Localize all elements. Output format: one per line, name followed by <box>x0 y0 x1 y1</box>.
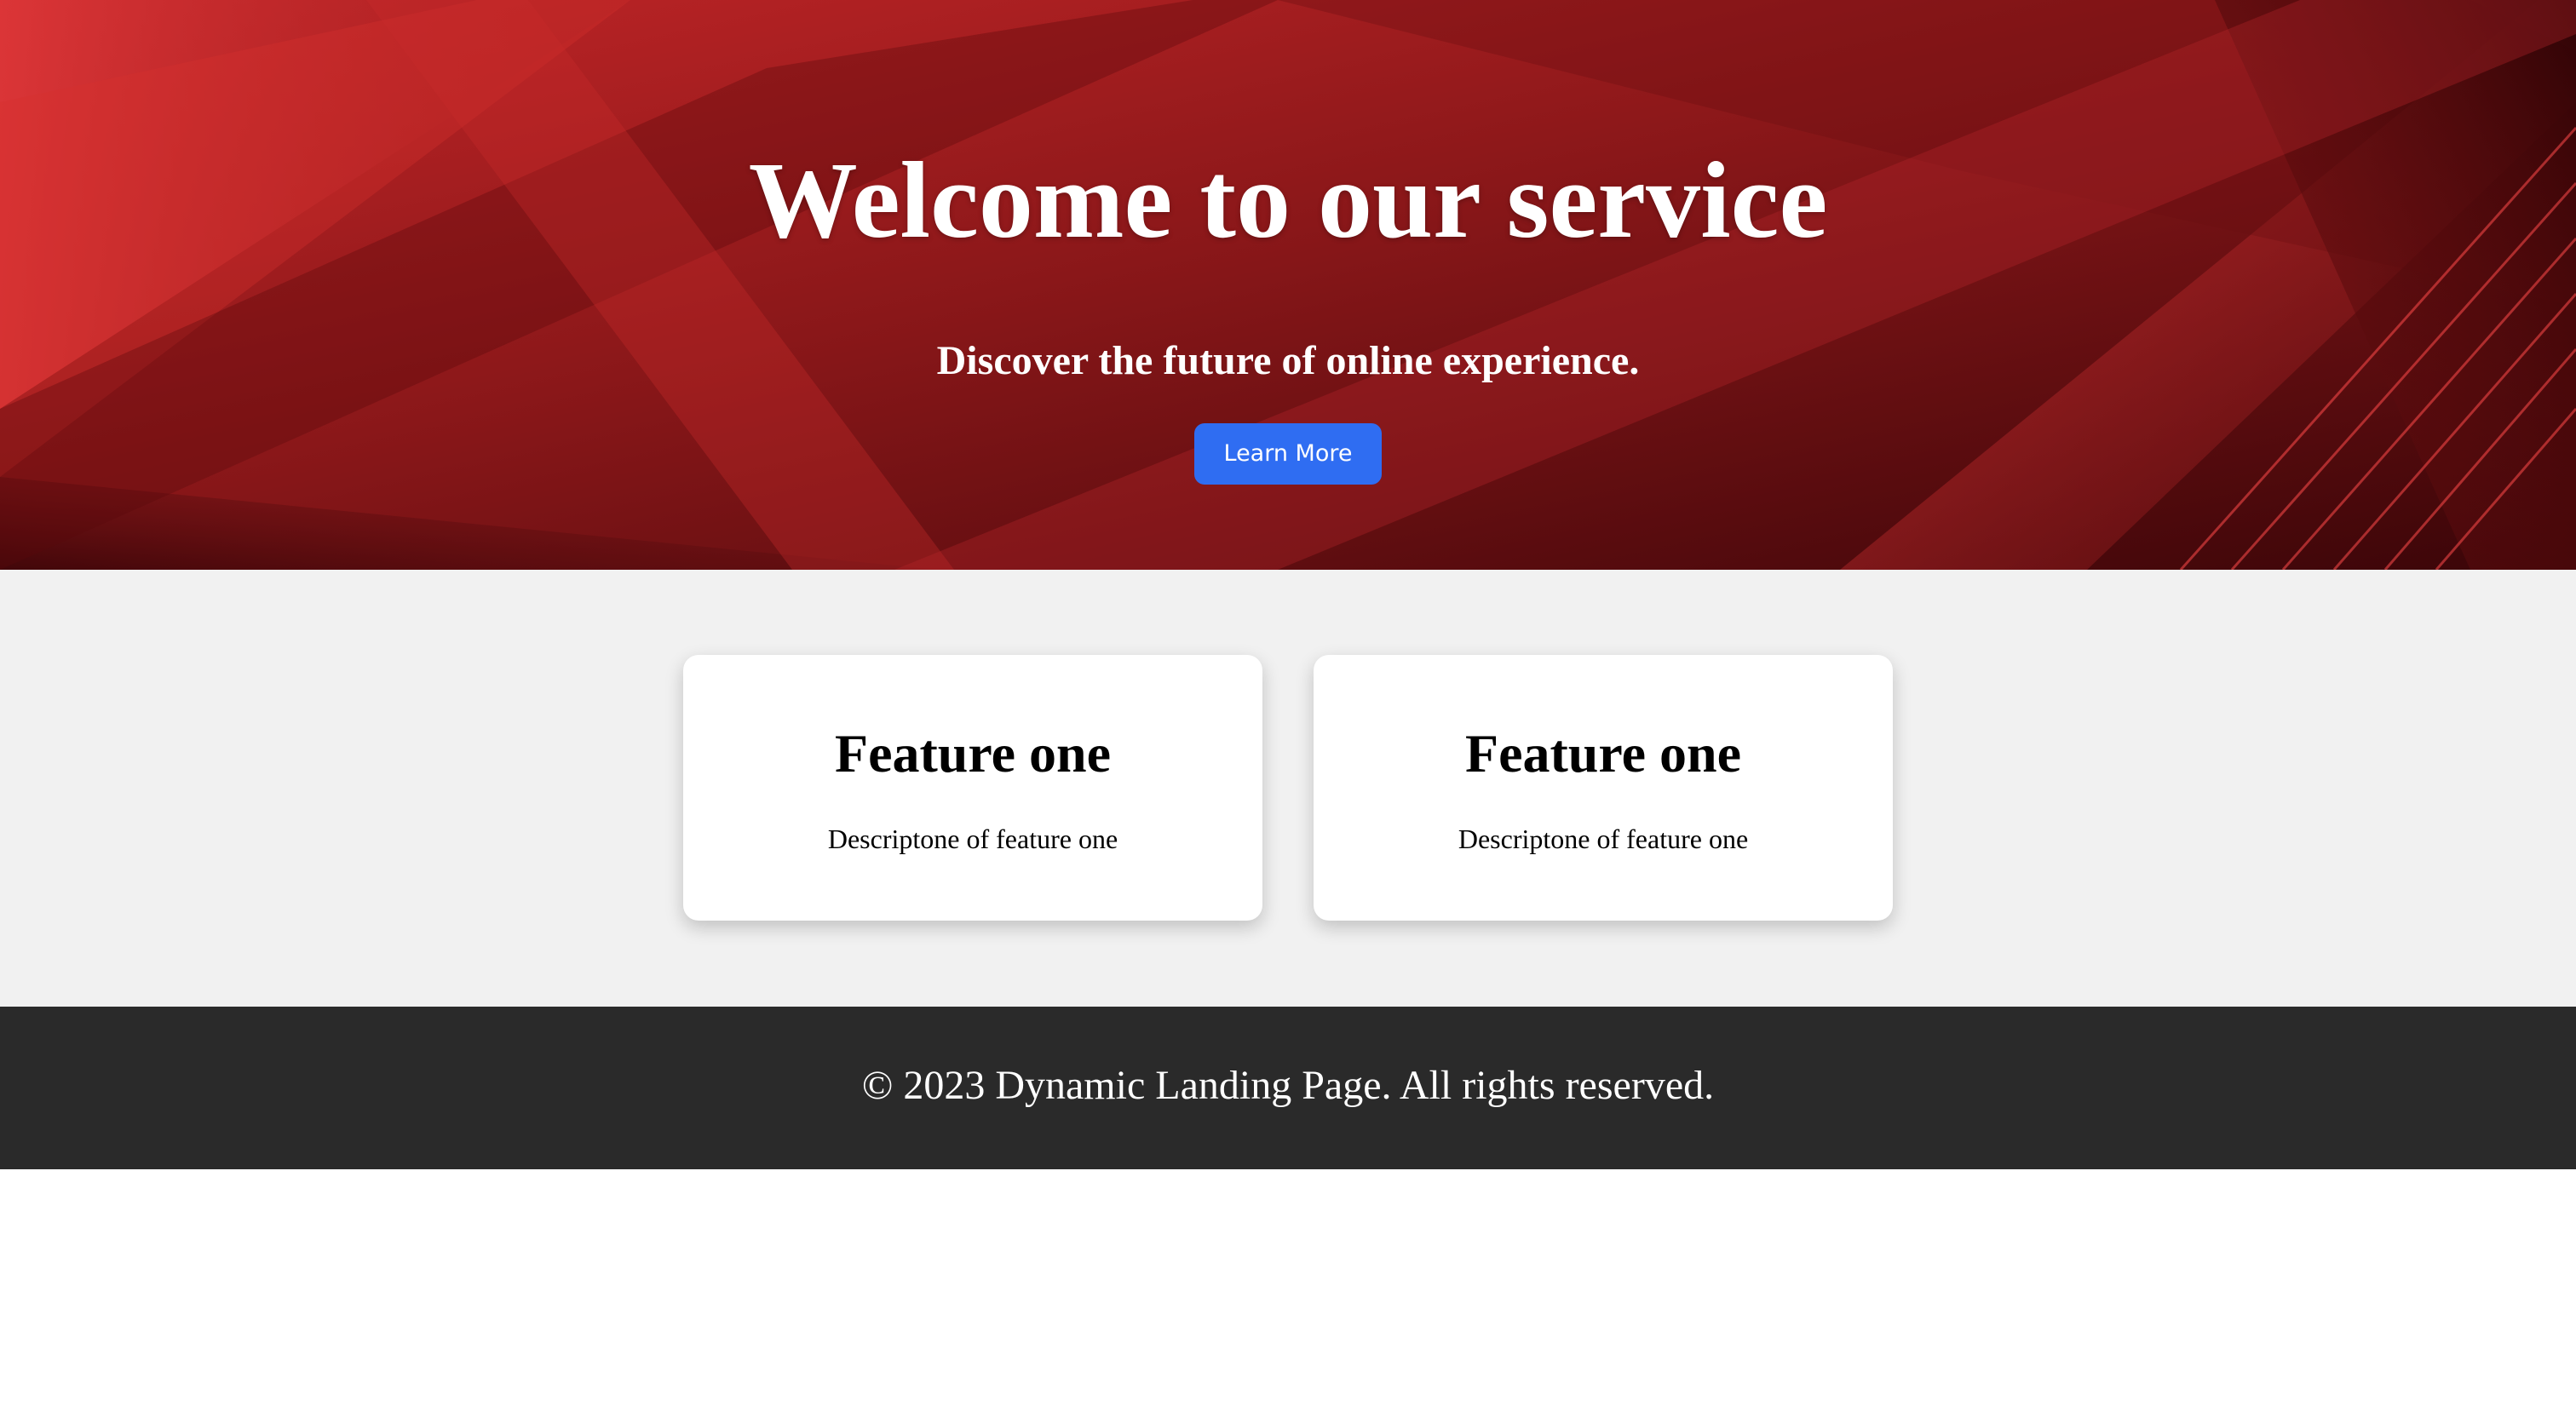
hero-title: Welcome to our service <box>748 140 1828 261</box>
hero-subtitle: Discover the future of online experience… <box>936 338 1640 383</box>
features-section: Feature one Descriptone of feature one F… <box>0 570 2576 1007</box>
feature-card-description: Descriptone of feature one <box>1458 824 1749 854</box>
landing-page: Welcome to our service Discover the futu… <box>0 0 2576 1412</box>
footer-copyright: © 2023 Dynamic Landing Page. All rights … <box>861 1063 1715 1108</box>
footer: © 2023 Dynamic Landing Page. All rights … <box>0 1007 2576 1169</box>
feature-card: Feature one Descriptone of feature one <box>683 655 1262 921</box>
feature-card-title: Feature one <box>834 723 1112 783</box>
feature-card: Feature one Descriptone of feature one <box>1314 655 1893 921</box>
feature-card-title: Feature one <box>1464 723 1742 783</box>
feature-card-description: Descriptone of feature one <box>827 824 1118 854</box>
learn-more-button[interactable]: Learn More <box>1194 423 1382 485</box>
hero-section: Welcome to our service Discover the futu… <box>0 0 2576 570</box>
